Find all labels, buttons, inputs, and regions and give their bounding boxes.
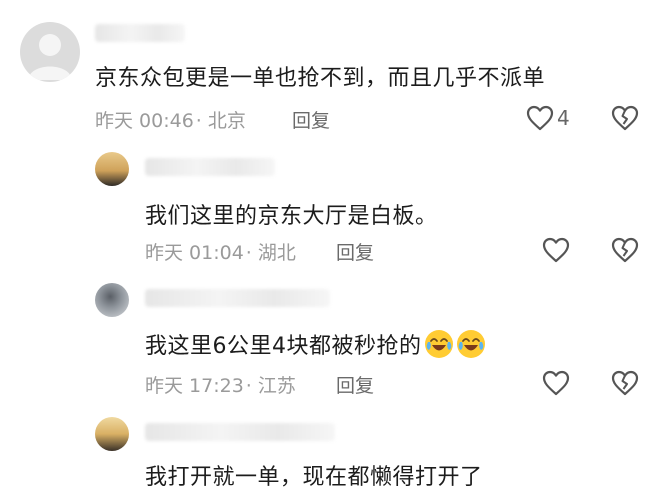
avatar[interactable] [20, 22, 80, 82]
heart-outline-icon[interactable] [526, 105, 554, 131]
comment-time: 昨天 01:04 [145, 242, 244, 264]
heart-outline-icon[interactable] [542, 370, 570, 396]
comment-meta: 昨天 01:04 · 湖北 [145, 238, 296, 265]
comment-time: 昨天 17:23 [145, 375, 244, 397]
like-count: 4 [557, 106, 570, 130]
broken-heart-icon[interactable] [611, 105, 639, 131]
comment-text: 我这里6公里4块都被秒抢的 [145, 328, 486, 360]
username-blurred[interactable] [145, 289, 330, 307]
reply-button[interactable]: 回复 [292, 106, 330, 133]
avatar[interactable] [95, 417, 129, 451]
avatar[interactable] [95, 283, 129, 317]
reply-button[interactable]: 回复 [336, 371, 374, 398]
heart-outline-icon[interactable] [542, 237, 570, 263]
username-blurred[interactable] [145, 158, 275, 176]
comment-location: · 北京 [195, 110, 246, 132]
comment-text-content: 我这里6公里4块都被秒抢的 [145, 334, 422, 359]
comment-meta: 昨天 17:23 · 江苏 [145, 371, 296, 398]
username-blurred[interactable] [95, 24, 185, 42]
comment-meta: 昨天 00:46 · 北京 [95, 106, 246, 133]
comment-text: 京东众包更是一单也抢不到，而且几乎不派单 [95, 66, 546, 91]
username-blurred[interactable] [145, 423, 335, 441]
comment-text: 我们这里的京东大厅是白板。 [145, 204, 438, 229]
broken-heart-icon[interactable] [611, 237, 639, 263]
comment-location: · 江苏 [245, 375, 296, 397]
comment-time: 昨天 00:46 [95, 110, 194, 132]
comment-text: 我打开就一单，现在都懒得打开了 [145, 465, 483, 490]
reply-button[interactable]: 回复 [336, 238, 374, 265]
crying-laughing-emoji [456, 330, 485, 358]
default-avatar-icon [28, 34, 72, 80]
broken-heart-icon[interactable] [611, 370, 639, 396]
avatar[interactable] [95, 152, 129, 186]
comment-location: · 湖北 [245, 242, 296, 264]
crying-laughing-emoji [424, 330, 453, 358]
